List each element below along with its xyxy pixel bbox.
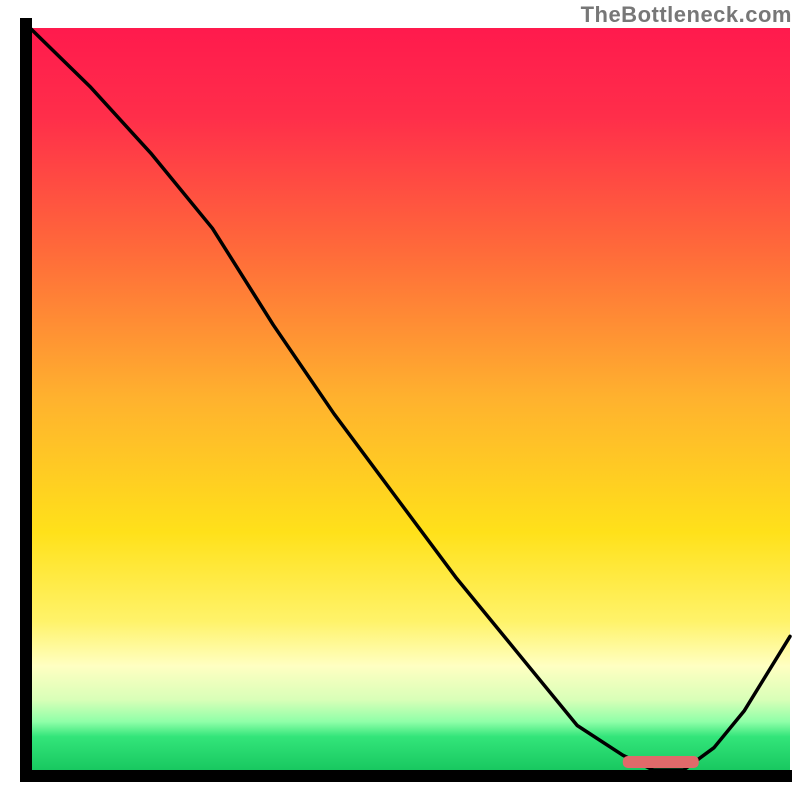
plot-background [30, 28, 790, 770]
x-axis [20, 770, 792, 782]
valley-marker [623, 756, 699, 768]
chart-svg [0, 0, 800, 800]
y-axis [20, 18, 32, 782]
chart-container: TheBottleneck.com [0, 0, 800, 800]
